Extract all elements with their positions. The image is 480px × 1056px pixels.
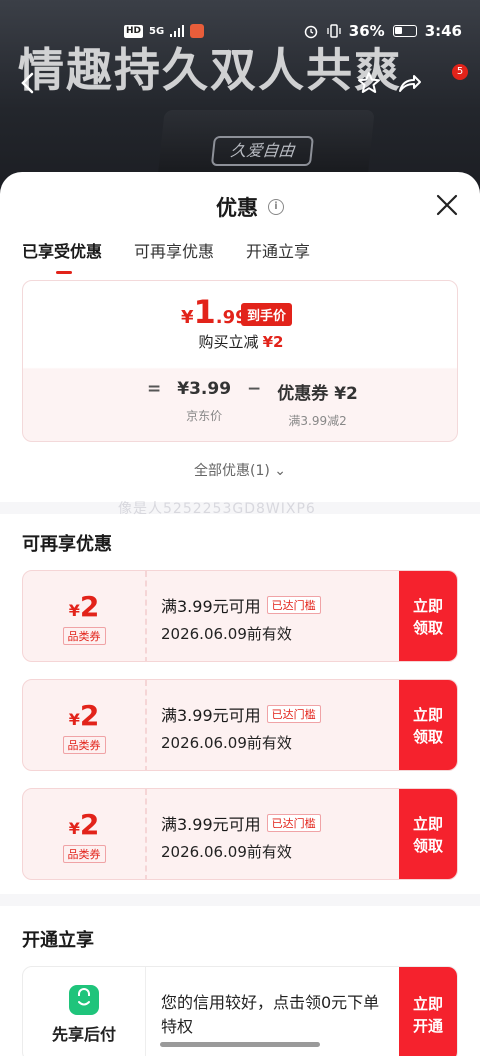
save-label: 购买立减 [198,333,259,351]
coupon-deduction: 优惠券 ¥2 [277,384,358,404]
network-indicator: 5G [149,25,165,37]
discount-sheet: 优惠 i 已享受优惠 可再享优惠 开通立享 ¥ 1 .99 到手价 购买立减 ¥2… [0,172,480,1056]
final-price-tag: 到手价 [241,303,293,326]
section-divider [0,894,480,906]
close-icon[interactable] [434,192,460,218]
tab-reenjoy[interactable]: 可再享优惠 [134,238,214,274]
currency-symbol: ¥ [181,307,194,328]
original-price-label: 京东价 [186,409,223,423]
coupon-card: ¥2 品类券 满3.99元可用 已达门槛 2026.06.09前有效 立即 领取 [22,679,458,771]
coupon-separator [145,571,147,661]
minus-sign: − [247,379,262,399]
original-price: ¥3.99 [177,379,232,399]
tab-open[interactable]: 开通立享 [246,238,310,274]
coupon-type: 品类券 [62,735,106,754]
coupon-condition: 满3.99元可用 [161,706,261,725]
coupon-rule: 满3.99减2 [288,414,347,428]
coupon-separator [145,680,147,770]
threshold-badge: 已达门槛 [266,814,321,832]
coupon-currency: ¥ [68,600,80,620]
equals-sign: = [147,379,162,399]
save-line: 购买立减 ¥2 [23,331,459,352]
price-formula: = ¥3.99 京东价 − 优惠券 ¥2 满3.99减2 [147,379,358,429]
card-separator [145,967,146,1056]
battery-icon [392,25,417,37]
alarm-icon [304,25,318,39]
price-integer: 1 [193,293,216,331]
all-discounts-toggle[interactable]: 全部优惠(1) ⌄ [0,460,480,480]
coupon-validity: 2026.06.09前有效 [161,734,292,752]
info-icon[interactable]: i [268,199,284,215]
coupon-card: ¥2 品类券 满3.99元可用 已达门槛 2026.06.09前有效 立即 领取 [22,788,458,880]
price-summary-card: ¥ 1 .99 到手价 购买立减 ¥2 = ¥3.99 京东价 − 优惠券 ¥2 … [22,280,458,442]
claim-coupon-button[interactable]: 立即 领取 [399,680,457,770]
clock: 3:46 [424,22,462,40]
coupon-amount: 2 [79,698,100,732]
tab-bar: 已享受优惠 可再享优惠 开通立享 [22,238,310,274]
final-price: ¥ 1 .99 [181,293,248,331]
coupon-card: ¥2 品类券 满3.99元可用 已达门槛 2026.06.09前有效 立即 领取 [22,570,458,662]
home-indicator[interactable] [160,1042,320,1047]
claim-button-label: 立即 领取 [412,597,443,637]
favorite-star-icon[interactable] [356,70,382,96]
coupon-amount: 2 [79,589,100,623]
sheet-title: 优惠 [216,196,258,220]
share-icon[interactable] [396,70,422,96]
pay-later-name: 先享后付 [51,1025,116,1044]
back-icon[interactable] [16,70,42,96]
claim-coupon-button[interactable]: 立即 领取 [399,789,457,879]
shopping-bag-icon [69,985,99,1015]
coupon-currency: ¥ [68,709,80,729]
coupon-validity: 2026.06.09前有效 [161,625,292,643]
activate-button-label: 立即 开通 [412,995,443,1035]
coupon-condition: 满3.99元可用 [161,815,261,834]
save-amount: ¥2 [262,333,284,351]
claim-coupon-button[interactable]: 立即 领取 [399,571,457,661]
claim-button-label: 立即 领取 [412,815,443,855]
activate-button[interactable]: 立即 开通 [399,967,457,1056]
reenjoy-section-title: 可再享优惠 [22,534,112,555]
pay-later-text: 您的信用较好，点击领0元下单特权 [161,993,380,1036]
notification-badge: 5 [452,64,468,80]
coupon-validity: 2026.06.09前有效 [161,843,292,861]
threshold-badge: 已达门槛 [266,705,321,723]
coupon-type: 品类券 [62,844,106,863]
claim-button-label: 立即 领取 [412,706,443,746]
watermark: 像是人5252253GD8WIXP6 [118,501,316,517]
vibrate-icon [327,24,341,38]
coupon-amount: 2 [79,807,100,841]
coupon-type: 品类券 [62,626,106,645]
product-box-label: 久爱自由 [210,136,314,166]
hd-indicator: HD [124,24,144,38]
battery-percent: 36% [348,22,385,40]
threshold-badge: 已达门槛 [266,596,321,614]
coupon-condition: 满3.99元可用 [161,597,261,616]
signal-icon [170,25,185,37]
coupon-separator [145,789,147,879]
open-section-title: 开通立享 [22,930,94,951]
app-notification-icon [190,24,205,38]
status-bar: HD 5G 36% 3:46 [0,22,480,46]
tab-enjoyed[interactable]: 已享受优惠 [22,238,102,274]
coupon-currency: ¥ [68,818,80,838]
